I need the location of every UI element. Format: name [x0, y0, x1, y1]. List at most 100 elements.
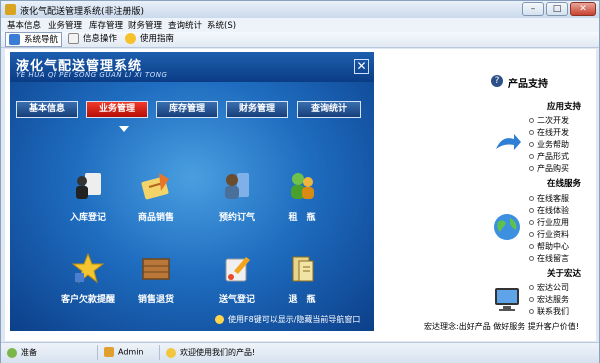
hint-label: 使用F8键可以显示/隐藏当前导航窗口: [228, 315, 361, 324]
menu-basic-info[interactable]: 基本信息: [7, 19, 41, 31]
tab-business[interactable]: 业务管理: [86, 101, 148, 118]
window-title: 液化气配送管理系统(非注册版): [20, 7, 145, 17]
link-help-center[interactable]: 帮助中心: [529, 241, 569, 252]
link-purchase[interactable]: 产品购买: [529, 163, 569, 174]
lightbulb-icon: [215, 315, 224, 324]
tab-basic-info[interactable]: 基本信息: [16, 101, 78, 118]
active-tab-caret: [119, 126, 129, 132]
stock-in-icon: [76, 173, 101, 199]
tile-label: 送气登记: [218, 295, 255, 305]
tile-label: 客户欠款提醒: [60, 295, 115, 305]
maximize-icon: □: [552, 4, 562, 14]
tile-label: 租 瓶: [288, 213, 316, 223]
section-title-online-service: 在线服务: [547, 179, 582, 189]
tile-debt-reminder[interactable]: 客户欠款提醒: [58, 251, 118, 305]
panel-subtitle: YE HUA QI PEI SONG GUAN LI XI TONG: [16, 71, 168, 79]
navigation-panel: 液化气配送管理系统 YE HUA QI PEI SONG GUAN LI XI …: [10, 52, 374, 331]
tile-sales-return[interactable]: 销售退货: [126, 251, 186, 305]
toolbar: 系统导航 信息操作 使用指南: [1, 32, 599, 48]
toolbar-help-button[interactable]: 使用指南: [125, 32, 174, 47]
rent-bottle-icon: [291, 173, 314, 199]
app-window: 液化气配送管理系统(非注册版) – □ ✕ 基本信息 业务管理 库存管理 财务管…: [0, 0, 600, 363]
link-industry-app[interactable]: 行业应用: [529, 217, 569, 228]
close-icon: ✕: [579, 4, 587, 14]
tile-booking[interactable]: 预约订气: [207, 169, 267, 223]
section-title-about: 关于宏达: [547, 269, 582, 279]
link-service[interactable]: 宏达服务: [529, 294, 569, 305]
delivery-icon: [225, 257, 250, 282]
help-circle-icon: ?: [491, 75, 503, 87]
support-sidebar: ? 产品支持 应用支持 二次开发 在线开发 业务帮助 产品形式 产品购买 在线服…: [376, 52, 596, 341]
status-separator: [97, 345, 98, 360]
status-user: Admin: [104, 347, 144, 357]
status-user-label: Admin: [118, 347, 144, 357]
maximize-button[interactable]: □: [546, 2, 568, 16]
tile-stock-in[interactable]: 入库登记: [58, 169, 118, 223]
monitor-icon: [495, 288, 519, 311]
tab-inventory[interactable]: 库存管理: [156, 101, 218, 118]
tile-label: 预约订气: [218, 213, 255, 223]
hint-text: 使用F8键可以显示/隐藏当前导航窗口: [215, 314, 360, 325]
navigation-icon: [9, 34, 20, 45]
status-bar: 准备 Admin 欢迎使用我们的产品!: [1, 342, 599, 363]
status-ready: 准备: [7, 347, 37, 358]
menu-bar: 基本信息 业务管理 库存管理 财务管理 查询统计 系统(S): [1, 18, 599, 32]
app-icon: [5, 4, 16, 15]
toolbar-help-label: 使用指南: [140, 34, 175, 44]
link-business-help[interactable]: 业务帮助: [529, 139, 569, 150]
support-title: 产品支持: [508, 79, 548, 90]
tab-query[interactable]: 查询统计: [297, 101, 361, 118]
user-icon: [104, 347, 114, 357]
minimize-button[interactable]: –: [522, 2, 544, 16]
sales-return-icon: [142, 258, 170, 280]
link-leave-message[interactable]: 在线留言: [529, 253, 569, 264]
slogan-text: 宏达理念:出好产品 做好服务 提升客户价值!: [424, 322, 579, 331]
booking-icon: [225, 173, 249, 199]
tile-label: 入库登记: [69, 213, 106, 223]
section-title-app-support: 应用支持: [547, 102, 582, 112]
link-online-dev[interactable]: 在线开发: [529, 127, 569, 138]
toolbar-nav-label: 系统导航: [24, 35, 59, 45]
link-contact[interactable]: 联系我们: [529, 306, 569, 317]
title-bar: 液化气配送管理系统(非注册版) – □ ✕: [1, 1, 599, 18]
tile-rent-bottle[interactable]: 租 瓶: [272, 169, 332, 223]
link-secondary-dev[interactable]: 二次开发: [529, 115, 569, 126]
tile-delivery[interactable]: 送气登记: [207, 251, 267, 305]
status-icon: [7, 347, 17, 358]
panel-close-button[interactable]: ✕: [354, 59, 369, 74]
menu-finance[interactable]: 财务管理: [128, 19, 162, 31]
tile-return-bottle[interactable]: 退 瓶: [272, 251, 332, 305]
menu-inventory[interactable]: 库存管理: [89, 19, 123, 31]
help-icon: [125, 33, 136, 44]
close-icon: ✕: [356, 59, 367, 73]
link-online-trial[interactable]: 在线体验: [529, 205, 569, 216]
toolbar-info-button[interactable]: 信息操作: [68, 32, 117, 47]
toolbar-nav-button[interactable]: 系统导航: [5, 32, 63, 47]
smile-icon: [166, 347, 176, 358]
return-bottle-icon: [292, 256, 314, 282]
globe-icon: [494, 214, 520, 240]
arrow-icon: [496, 134, 521, 150]
tile-label: 商品销售: [137, 213, 174, 223]
tile-label: 退 瓶: [288, 295, 316, 305]
minimize-icon: –: [530, 4, 536, 14]
close-button[interactable]: ✕: [570, 2, 596, 16]
tile-sales[interactable]: 商品销售: [126, 169, 186, 223]
toolbar-info-label: 信息操作: [83, 34, 118, 44]
status-welcome: 欢迎使用我们的产品!: [166, 347, 255, 358]
menu-query[interactable]: 查询统计: [168, 19, 202, 31]
link-industry-docs[interactable]: 行业资料: [529, 229, 569, 240]
panel-header: 液化气配送管理系统 YE HUA QI PEI SONG GUAN LI XI …: [10, 52, 374, 82]
link-company[interactable]: 宏达公司: [529, 282, 569, 293]
info-icon: [68, 33, 79, 44]
status-welcome-label: 欢迎使用我们的产品!: [180, 348, 256, 357]
status-separator: [159, 345, 160, 360]
link-online-cs[interactable]: 在线客服: [529, 193, 569, 204]
tab-finance[interactable]: 财务管理: [226, 101, 288, 118]
link-product-form[interactable]: 产品形式: [529, 151, 569, 162]
menu-business[interactable]: 业务管理: [48, 19, 82, 31]
sales-icon: [141, 173, 169, 200]
status-ready-label: 准备: [21, 348, 37, 357]
debt-reminder-icon: [71, 252, 105, 284]
menu-system[interactable]: 系统(S): [207, 19, 236, 31]
